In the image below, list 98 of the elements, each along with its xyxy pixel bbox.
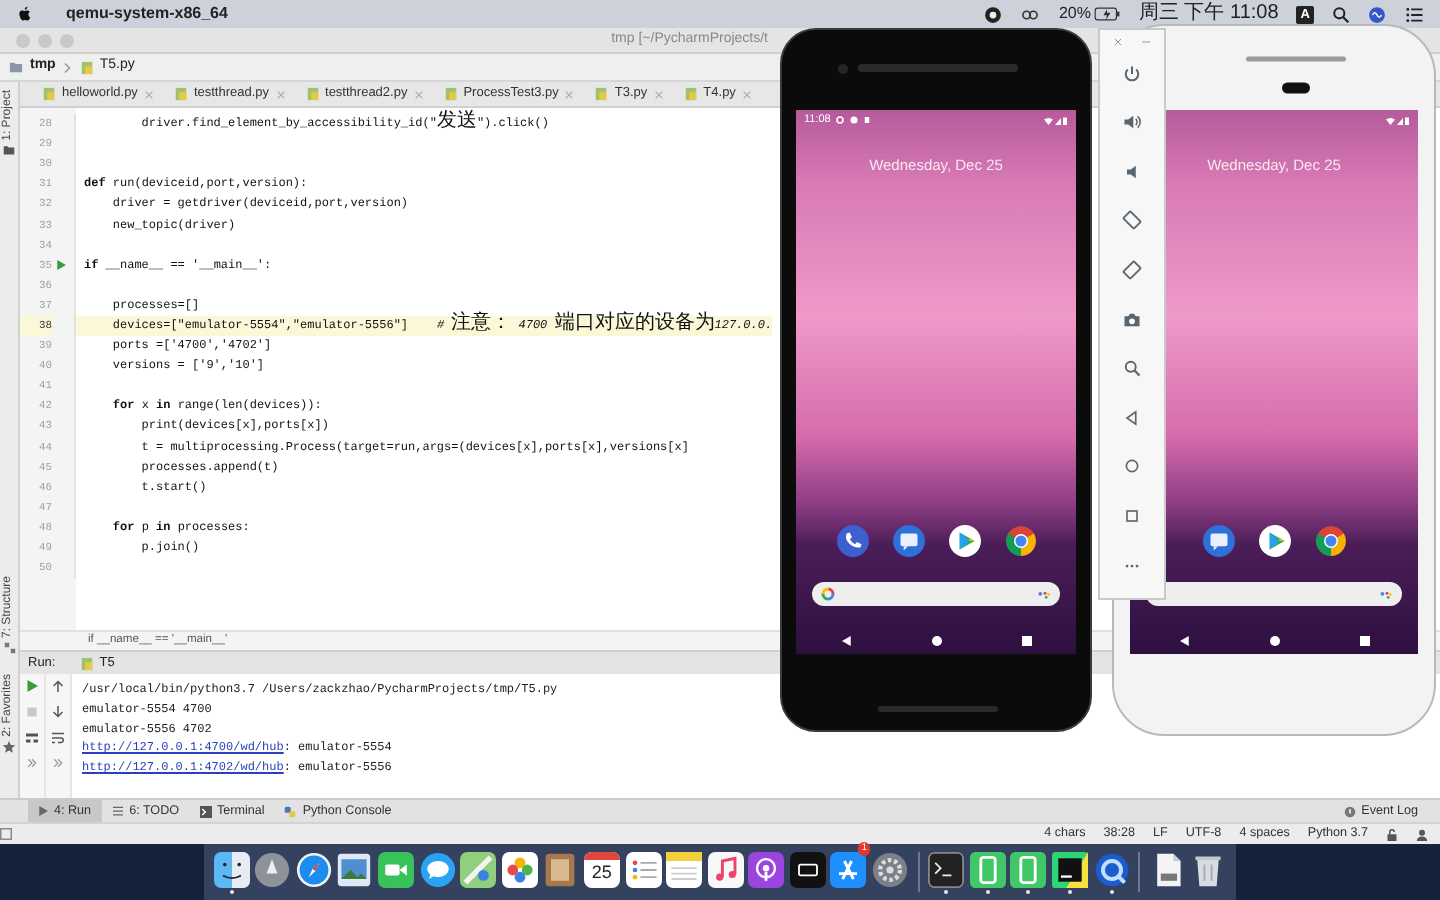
- chrome-like-icon[interactable]: [1313, 523, 1347, 557]
- soft-wrap-icon[interactable]: [52, 732, 64, 744]
- structure-icon: [3, 641, 15, 654]
- speaker-slot: [878, 704, 998, 714]
- gear-icon: [836, 116, 845, 124]
- sd-card-icon: [864, 116, 871, 124]
- python-file-icon: [683, 86, 698, 102]
- folder-icon: [2, 144, 16, 157]
- list-icon: [111, 806, 124, 816]
- window-control-dot[interactable]: [60, 33, 74, 47]
- battery-percent: 20%: [1058, 2, 1091, 26]
- window-control-dot[interactable]: [38, 33, 52, 47]
- apple-icon[interactable]: [16, 4, 34, 24]
- person-icon[interactable]: [1416, 827, 1428, 841]
- podcast-icon[interactable]: [748, 851, 785, 887]
- checklist-icon[interactable]: [625, 851, 662, 887]
- speech-bubble-icon[interactable]: [419, 851, 456, 887]
- phone-outline-icon[interactable]: [1010, 851, 1047, 887]
- double-chevron-icon[interactable]: [26, 758, 38, 768]
- chrome-like-icon[interactable]: [1003, 523, 1037, 557]
- google-search-bar[interactable]: [812, 582, 1060, 606]
- lock-icon[interactable]: [1386, 827, 1398, 841]
- window-control-dot[interactable]: [16, 33, 30, 47]
- phone-outline-icon[interactable]: [969, 851, 1006, 887]
- terminal-icon: [199, 805, 212, 817]
- python-file-icon: [173, 86, 188, 102]
- home-icon[interactable]: [931, 635, 941, 645]
- camera-icon[interactable]: [1122, 309, 1142, 330]
- flower-icon[interactable]: [501, 851, 538, 887]
- chevron-icon: [61, 61, 74, 73]
- book-icon[interactable]: [542, 851, 579, 887]
- phone-icon[interactable]: [835, 523, 869, 557]
- info-icon: [1343, 805, 1356, 817]
- calendar-icon[interactable]: 25: [583, 851, 620, 887]
- app-store-icon[interactable]: [830, 851, 867, 887]
- home-icon[interactable]: [1269, 635, 1279, 645]
- overview-icon[interactable]: [1021, 635, 1031, 645]
- signal-battery-icon: [1044, 115, 1068, 125]
- earpiece: [1282, 82, 1310, 94]
- record-icon[interactable]: [984, 5, 1003, 23]
- close-icon[interactable]: [1114, 38, 1122, 46]
- message-icon[interactable]: [891, 523, 925, 557]
- calendar-day: 25: [583, 859, 620, 885]
- speaker-slot: [1246, 56, 1346, 62]
- terminal-icon[interactable]: [928, 851, 965, 887]
- power-icon[interactable]: [1122, 63, 1142, 84]
- glasses-icon[interactable]: [1020, 5, 1041, 23]
- play-icon: [38, 806, 48, 816]
- python-file-icon: [443, 86, 458, 102]
- code-editor-icon[interactable]: [1052, 851, 1089, 887]
- layout-icon[interactable]: [26, 732, 38, 744]
- search-icon[interactable]: [1332, 5, 1350, 23]
- trash-icon[interactable]: [1190, 851, 1227, 887]
- python-file-icon: [594, 86, 609, 102]
- picture-icon[interactable]: [336, 851, 373, 887]
- play-icon[interactable]: [26, 680, 38, 692]
- signal-battery-icon: [1386, 115, 1410, 125]
- camera-lens: [838, 64, 848, 74]
- run-gutter-icon[interactable]: [55, 260, 65, 271]
- lens-icon[interactable]: [1093, 851, 1130, 887]
- rotate-left-icon[interactable]: [1122, 210, 1142, 231]
- overview-icon[interactable]: [1359, 635, 1369, 645]
- assistant-dots-icon[interactable]: [1038, 589, 1052, 599]
- video-camera-icon[interactable]: [377, 851, 414, 887]
- snake-squares-icon: [284, 805, 297, 817]
- dot-icon: [850, 116, 859, 124]
- back-icon[interactable]: [1179, 635, 1189, 645]
- app-name[interactable]: qemu-system-x86_64: [66, 2, 228, 26]
- back-icon[interactable]: [841, 635, 851, 645]
- colored-ring-icon: [820, 586, 836, 602]
- list-icon[interactable]: [1404, 5, 1424, 23]
- message-icon[interactable]: [1201, 523, 1235, 557]
- face-icon[interactable]: [213, 851, 250, 887]
- menu-clock[interactable]: 周三 下午 11:08: [1138, 4, 1279, 24]
- volume-up-icon[interactable]: [1122, 112, 1142, 133]
- up-arrow-icon[interactable]: [52, 680, 64, 692]
- volume-down-icon[interactable]: [1122, 161, 1142, 182]
- rocket-icon[interactable]: [254, 851, 291, 887]
- down-arrow-icon[interactable]: [52, 706, 64, 718]
- square-icon[interactable]: [0, 828, 12, 840]
- note-icon[interactable]: [666, 851, 703, 887]
- assistant-dots-icon[interactable]: [1380, 589, 1394, 599]
- python-file-icon: [79, 655, 94, 671]
- double-chevron-icon[interactable]: [52, 758, 64, 768]
- compass-icon[interactable]: [295, 851, 332, 887]
- rotate-right-icon[interactable]: [1122, 259, 1142, 280]
- star-icon: [2, 740, 16, 754]
- python-file-icon: [79, 59, 94, 75]
- map-icon[interactable]: [460, 851, 497, 887]
- battery-icon[interactable]: [1094, 6, 1121, 22]
- tv-icon[interactable]: [789, 851, 826, 887]
- folder-icon: [8, 60, 24, 74]
- wave-circle-icon[interactable]: [1368, 5, 1386, 23]
- python-file-icon: [305, 86, 320, 102]
- gear-icon[interactable]: [872, 851, 909, 887]
- music-note-icon[interactable]: [707, 851, 744, 887]
- zoom-icon[interactable]: [1122, 358, 1142, 379]
- python-file-icon: [42, 86, 56, 102]
